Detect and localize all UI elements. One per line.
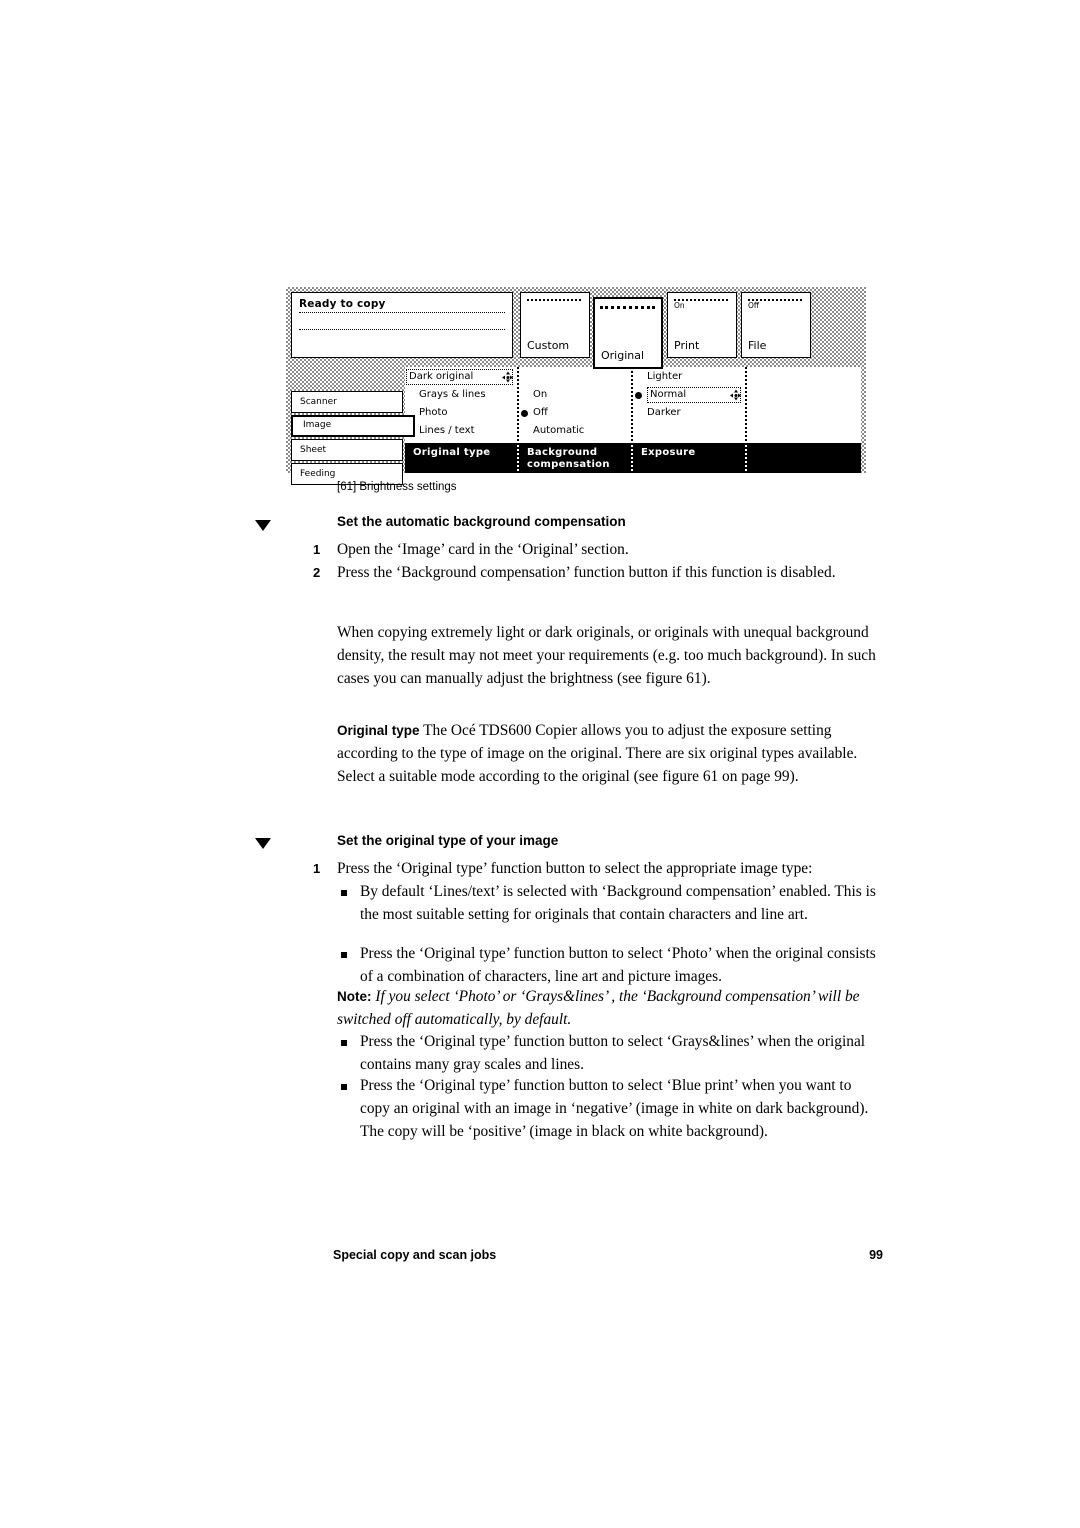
option-lighter[interactable]: Lighter (633, 368, 745, 386)
tab-file-label: File (748, 339, 767, 352)
paragraph-original-type: Original type The Océ TDS600 Copier allo… (337, 720, 883, 788)
status-rule-1 (299, 312, 505, 313)
sidebar-item-sheet[interactable]: Sheet (291, 439, 403, 461)
tab-file[interactable]: Off File (741, 292, 811, 358)
option-darker-label: Darker (647, 407, 681, 418)
status-message: Ready to copy (299, 298, 386, 310)
tab-file-state: Off (748, 301, 760, 310)
bullet-grays-lines: Press the ‘Original type’ function butto… (337, 1031, 883, 1077)
function-button-background-compensation[interactable]: Background compensation (519, 443, 631, 473)
bullet-photo: Press the ‘Original type’ function butto… (337, 943, 883, 989)
step-number: 1 (313, 861, 321, 876)
step-text: Open the ‘Image’ card in the ‘Original’ … (337, 541, 629, 558)
option-bgc-on[interactable]: On (519, 386, 631, 404)
option-photo-label: Photo (419, 407, 448, 418)
footer-page-number: 99 (869, 1248, 883, 1262)
document-page: Ready to copy Custom Original On Print O… (0, 0, 1080, 1528)
function-button-empty[interactable] (747, 443, 861, 473)
section-heading-1: Set the automatic background compensatio… (337, 514, 626, 529)
step-2-1: 1 Press the ‘Original type’ function but… (313, 858, 883, 881)
option-lines-text-label: Lines / text (419, 425, 475, 436)
option-dark-original-label: Dark original (406, 369, 513, 385)
option-darker[interactable]: Darker (633, 404, 745, 422)
tab-custom-dots (527, 299, 581, 301)
copier-control-panel-figure: Ready to copy Custom Original On Print O… (286, 287, 866, 485)
sidebar-item-image[interactable]: Image (291, 415, 415, 437)
bullet-square-icon (341, 890, 347, 896)
bullet-text: By default ‘Lines/text’ is selected with… (360, 883, 876, 923)
bullet-default-lines-text: By default ‘Lines/text’ is selected with… (337, 881, 883, 927)
option-bgc-automatic-label: Automatic (533, 425, 585, 436)
option-grays-and-lines[interactable]: Grays & lines (405, 386, 517, 404)
bullet-square-icon (341, 1084, 347, 1090)
step-number: 2 (313, 565, 321, 580)
column-exposure: Lighter Normal Darker Exposure (633, 367, 747, 473)
stepper-arrows-icon[interactable] (502, 371, 513, 383)
tab-original-dots (600, 306, 655, 309)
section-heading-2: Set the original type of your image (337, 833, 559, 848)
step-1-1: 1 Open the ‘Image’ card in the ‘Original… (313, 539, 883, 562)
radio-selected-icon (521, 410, 528, 417)
panel-card-sidebar: Scanner Image Sheet Feeding (291, 391, 415, 487)
column-empty (747, 367, 861, 473)
option-bgc-automatic[interactable]: Automatic (519, 422, 631, 440)
column-background-compensation: On Off Automatic Background compensation (519, 367, 633, 473)
function-button-bgc-line2: compensation (527, 458, 610, 470)
option-bgc-off[interactable]: Off (519, 404, 631, 422)
note-background-compensation: Note: If you select ‘Photo’ or ‘Grays&li… (337, 986, 883, 1032)
step-1-2: 2 Press the ‘Background compensation’ fu… (313, 562, 883, 585)
panel-main-row: Scanner Image Sheet Feeding Dark origina… (286, 367, 866, 485)
option-photo[interactable]: Photo (405, 404, 517, 422)
option-bgc-off-label: Off (533, 407, 548, 418)
tab-print-label: Print (674, 339, 700, 352)
paragraph-original-type-lead: Original type (337, 723, 420, 738)
radio-selected-icon (635, 392, 642, 399)
tab-original-label: Original (601, 349, 645, 362)
step-number: 1 (313, 542, 321, 557)
option-lines-text[interactable]: Lines / text (405, 422, 517, 440)
note-text: If you select ‘Photo’ or ‘Grays&lines’ ,… (337, 988, 860, 1028)
step-text: Press the ‘Background compensation’ func… (337, 564, 836, 581)
tab-custom[interactable]: Custom (520, 292, 590, 358)
background-compensation-options: On Off Automatic (519, 367, 631, 442)
section-marker-triangle-icon (255, 838, 271, 849)
bullet-text: Press the ‘Original type’ function butto… (360, 945, 876, 985)
bullet-blue-print: Press the ‘Original type’ function butto… (337, 1075, 883, 1143)
bullet-text: Press the ‘Original type’ function butto… (360, 1033, 866, 1073)
tab-print-state: On (674, 301, 685, 310)
option-normal-label: Normal (647, 387, 741, 403)
section-marker-triangle-icon (255, 520, 271, 531)
page-footer: Special copy and scan jobs 99 (333, 1248, 883, 1262)
tab-print[interactable]: On Print (667, 292, 737, 358)
note-label: Note: (337, 989, 372, 1004)
bullet-square-icon (341, 1040, 347, 1046)
option-normal[interactable]: Normal (633, 386, 745, 404)
status-display: Ready to copy (291, 292, 513, 358)
function-button-exposure[interactable]: Exposure (633, 443, 745, 473)
footer-chapter: Special copy and scan jobs (333, 1248, 497, 1262)
tab-original[interactable]: Original (593, 297, 663, 369)
bullet-square-icon (341, 952, 347, 958)
option-lighter-label: Lighter (647, 371, 683, 382)
function-button-bgc-line1: Background (527, 447, 598, 458)
original-type-options: Dark original Grays & lines Photo Lines … (405, 367, 517, 442)
bullet-text: Press the ‘Original type’ function butto… (360, 1077, 869, 1140)
option-dark-original[interactable]: Dark original (405, 368, 517, 386)
option-spacer (519, 368, 631, 386)
figure-caption: [61] Brightness settings (337, 481, 457, 493)
sidebar-item-scanner[interactable]: Scanner (291, 391, 403, 413)
option-bgc-on-label: On (533, 389, 548, 400)
column-original-type: Dark original Grays & lines Photo Lines … (405, 367, 519, 473)
paragraph-brightness: When copying extremely light or dark ori… (337, 624, 876, 687)
function-button-original-type[interactable]: Original type (405, 443, 517, 473)
status-rule-2 (299, 329, 505, 330)
stepper-arrows-icon[interactable] (730, 389, 741, 401)
panel-top-row: Ready to copy Custom Original On Print O… (286, 287, 866, 369)
option-grays-and-lines-label: Grays & lines (419, 389, 486, 400)
step-text: Press the ‘Original type’ function butto… (337, 860, 813, 877)
exposure-options: Lighter Normal Darker (633, 367, 745, 442)
tab-custom-label: Custom (527, 339, 570, 352)
